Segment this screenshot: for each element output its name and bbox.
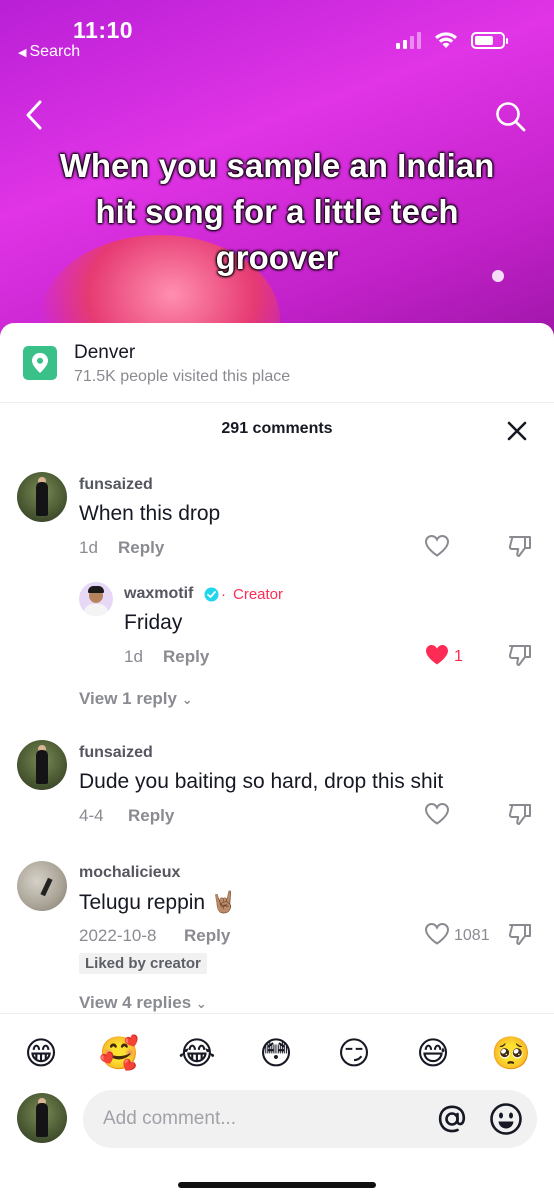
creator-avatar[interactable] — [79, 582, 113, 616]
location-name: Denver — [74, 342, 136, 363]
chevron-down-icon: ⌄ — [181, 692, 193, 707]
video-preview[interactable]: 11:10 ◀ Search When you sample an Indian… — [0, 0, 554, 345]
chevron-left-icon[interactable] — [20, 98, 50, 132]
verified-badge-icon — [204, 587, 219, 602]
view-replies-button[interactable]: View 4 replies ⌄ — [79, 993, 207, 1013]
status-back-to-app[interactable]: ◀ Search — [18, 43, 80, 61]
heart-icon[interactable] — [424, 534, 450, 558]
view-replies-button[interactable]: View 1 reply ⌄ — [79, 689, 193, 709]
dislike-icon[interactable] — [507, 534, 533, 558]
reply-button[interactable]: Reply — [118, 538, 164, 558]
cellular-signal-icon — [396, 31, 421, 49]
chevron-down-icon: ⌄ — [195, 996, 207, 1011]
comment-text: Telugu reppin 🤘🏽 — [79, 891, 238, 914]
comment-time: 1d — [79, 538, 98, 557]
video-caption: When you sample an Indian hit song for a… — [59, 147, 495, 276]
comment-text: Dude you baiting so hard, drop this shit — [79, 770, 444, 793]
dislike-icon[interactable] — [507, 643, 533, 667]
search-icon[interactable] — [494, 100, 526, 132]
reply-button[interactable]: Reply — [163, 647, 209, 667]
location-visitors: 71.5K people visited this place — [74, 368, 291, 385]
comment-text: When this drop — [79, 502, 221, 525]
heart-icon[interactable] — [424, 922, 450, 946]
at-icon[interactable] — [436, 1103, 468, 1135]
close-icon[interactable] — [506, 420, 528, 442]
add-comment-input[interactable] — [83, 1090, 537, 1148]
back-triangle-icon: ◀ — [18, 46, 27, 59]
reply-button[interactable]: Reply — [184, 926, 230, 946]
emoji-joy-button[interactable]: 😂 — [177, 1033, 217, 1073]
view-replies-label: View 4 replies — [79, 993, 192, 1012]
avatar[interactable] — [17, 861, 67, 911]
emoji-sweat-button[interactable]: 😅 — [413, 1033, 453, 1073]
view-replies-label: View 1 reply — [79, 689, 177, 708]
emoji-pleading-button[interactable]: 🥺 — [491, 1033, 531, 1073]
emoji-quick-bar: 😁 🥰 😂 😳 😏 😅 🥺 — [0, 1013, 554, 1085]
like-count: 1 — [454, 648, 463, 665]
comment-username[interactable]: funsaized — [79, 744, 153, 762]
comment-username[interactable]: mochalicieux — [79, 864, 180, 882]
reply-username[interactable]: waxmotif — [124, 585, 193, 603]
battery-icon — [471, 31, 508, 49]
dislike-icon[interactable] — [507, 922, 533, 946]
comment-time: 4-4 — [79, 806, 104, 825]
heart-icon[interactable] — [424, 802, 450, 826]
smile-icon[interactable] — [489, 1102, 523, 1136]
reply-time: 1d — [124, 647, 143, 666]
emoji-grin-button[interactable]: 😁 — [21, 1033, 61, 1073]
avatar[interactable] — [17, 740, 67, 790]
avatar[interactable] — [17, 472, 67, 522]
comment-username[interactable]: funsaized — [79, 476, 153, 494]
map-pin-icon — [23, 346, 57, 380]
reply-text: Friday — [124, 611, 183, 634]
comment-composer — [0, 1085, 554, 1155]
like-count: 1081 — [454, 927, 490, 944]
dislike-icon[interactable] — [507, 802, 533, 826]
home-indicator — [178, 1182, 376, 1188]
comments-count: 291 comments — [221, 420, 333, 437]
emoji-hearts-button[interactable]: 🥰 — [99, 1033, 139, 1073]
heart-filled-icon[interactable] — [424, 643, 450, 667]
user-avatar[interactable] — [17, 1093, 67, 1143]
location-row[interactable]: Denver 71.5K people visited this place — [0, 323, 554, 403]
emoji-flushed-button[interactable]: 😳 — [256, 1033, 296, 1073]
wifi-icon — [435, 32, 457, 48]
emoji-smirk-button[interactable]: 😏 — [334, 1033, 374, 1073]
liked-by-creator-badge: Liked by creator — [79, 953, 207, 974]
status-back-label: Search — [29, 43, 81, 60]
creator-tag: Creator — [233, 586, 284, 603]
reply-button[interactable]: Reply — [128, 806, 174, 826]
creator-tag-separator: · — [221, 586, 226, 603]
status-time: 11:10 — [73, 17, 134, 43]
status-icons — [396, 30, 508, 50]
comment-time: 2022-10-8 — [79, 926, 157, 945]
